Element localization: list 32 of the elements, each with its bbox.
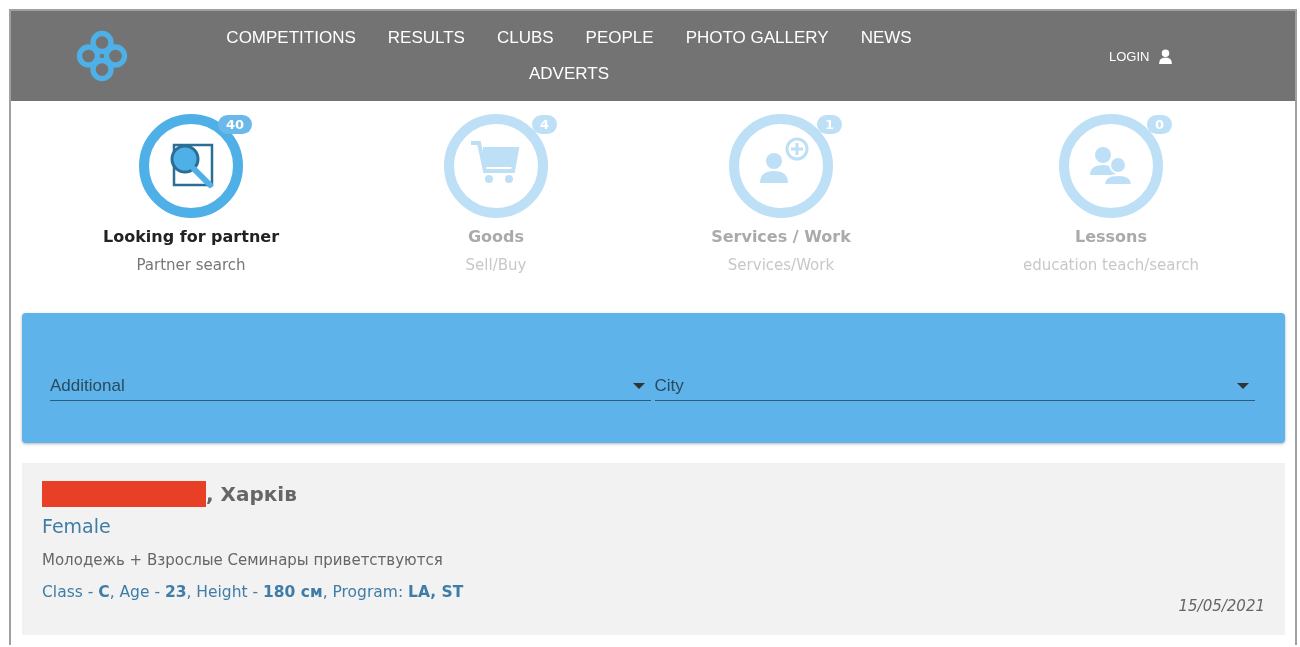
nav-link[interactable]: CLUBS [496, 28, 554, 48]
advert-city: , Харків [206, 482, 297, 506]
cart-icon [441, 111, 551, 221]
category-tab[interactable]: 40 Looking for partner Partner search [11, 111, 371, 291]
count-badge: 40 [217, 115, 252, 134]
caret-icon [1237, 382, 1249, 389]
category-title: Goods [467, 227, 525, 246]
magnifier-document-icon [136, 111, 246, 221]
nav-link[interactable]: PHOTO GALLERY [685, 28, 829, 48]
person-plus-icon [726, 111, 836, 221]
advert-details: Class - C, Age - 23, Height - 180 см, Program: LA, ST [42, 583, 465, 601]
count-badge: 4 [531, 115, 557, 134]
caret-icon [632, 382, 645, 389]
login-link[interactable]: LOGIN [1109, 48, 1150, 64]
advert-date: 15/05/2021 [1178, 597, 1265, 615]
count-badge: 1 [816, 115, 842, 134]
nav-link[interactable]: NEWS [860, 28, 912, 48]
category-title: Lessons [1075, 227, 1147, 246]
category-title: Looking for partner [102, 227, 280, 246]
nav-link[interactable]: COMPETITIONS [226, 28, 356, 48]
advert-description: Молодежь + Взрослые Семинары приветствуются [42, 551, 444, 569]
count-badge: 0 [1146, 115, 1172, 134]
category-title: Services / Work [711, 227, 851, 246]
dropdown-field[interactable]: City [654, 369, 1255, 401]
user-icon[interactable] [1159, 48, 1173, 64]
dropdown-field[interactable]: Additional [50, 369, 651, 401]
two-people-icon [1056, 111, 1166, 221]
nav-link[interactable]: PEOPLE [585, 28, 654, 48]
category-subtitle: Partner search [136, 256, 246, 274]
nav-link[interactable]: RESULTS [387, 28, 465, 48]
advert-gender: Female [42, 515, 112, 537]
nav-link[interactable]: ADVERTS [529, 64, 609, 84]
